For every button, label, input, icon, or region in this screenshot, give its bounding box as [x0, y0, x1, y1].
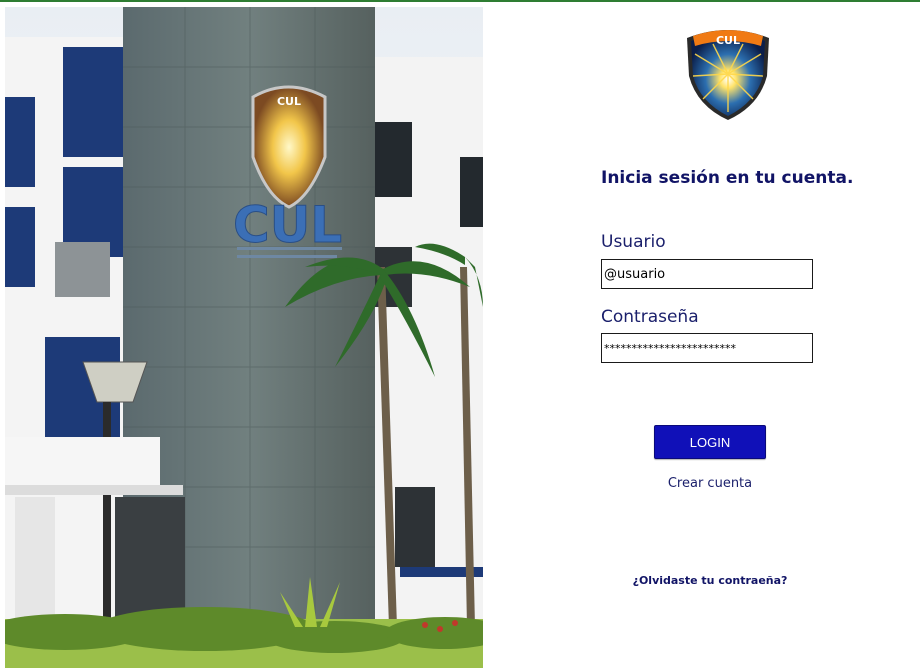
username-input[interactable] [601, 259, 813, 289]
svg-text:CUL: CUL [277, 95, 301, 108]
login-button[interactable]: LOGIN [654, 425, 766, 459]
campus-building-photo: CUL CUL [5, 7, 483, 668]
building-sign-letters: CUL [233, 196, 342, 254]
create-account-link[interactable]: Crear cuenta [650, 476, 770, 491]
logo-text: CUL [716, 34, 740, 47]
forgot-password-link[interactable]: ¿Olvidaste tu contraeña? [620, 574, 800, 587]
username-label: Usuario [601, 232, 666, 252]
password-label: Contraseña [601, 307, 699, 327]
login-title: Inicia sesión en tu cuenta. [601, 168, 854, 188]
cul-shield-logo: CUL [683, 24, 773, 122]
password-input[interactable] [601, 333, 813, 363]
top-border-line [0, 0, 920, 2]
